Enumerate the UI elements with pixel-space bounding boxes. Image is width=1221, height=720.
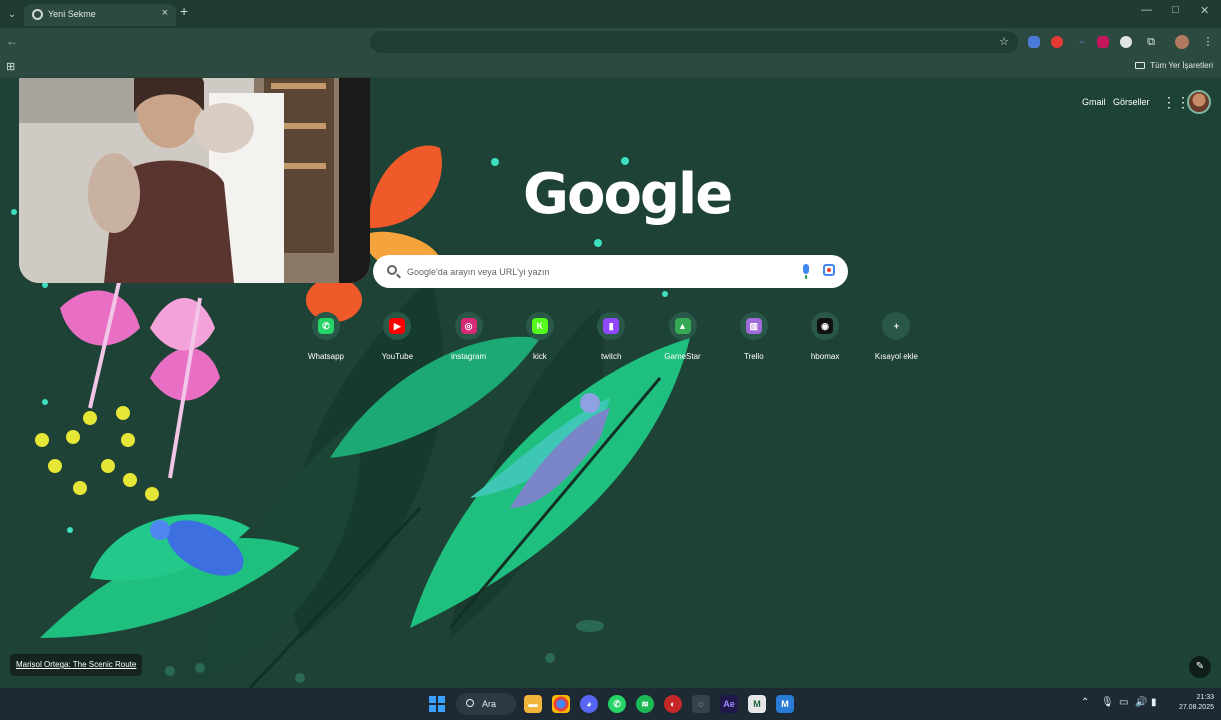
close-window-button[interactable]: ✕ [1200, 4, 1209, 17]
extensions-puzzle-icon[interactable]: ⧉ [1143, 34, 1159, 50]
shortcut-whatsapp[interactable]: ✆ Whatsapp [290, 310, 360, 370]
twitch-icon: ▮ [603, 318, 620, 334]
new-tab-button[interactable]: + [180, 3, 188, 19]
profile-avatar[interactable] [1175, 35, 1189, 49]
shortcut-label: Trello [743, 352, 764, 361]
file-explorer-icon[interactable]: ▬ [524, 695, 542, 713]
chrome-icon[interactable] [552, 695, 570, 713]
images-link[interactable]: Görseller [1113, 97, 1150, 107]
back-arrow-icon[interactable]: ← [6, 34, 18, 48]
shortcut-youtube[interactable]: ▶ YouTube [361, 310, 431, 370]
gamestar-icon: ▲ [674, 318, 691, 334]
new-tab-page: Gmail Görseller ⋮⋮⋮ Google ✆Whatsapp▶You… [0, 78, 1221, 688]
shortcut-instagram[interactable]: ◎ instagram [433, 310, 503, 370]
shortcut-label: hbomax [810, 352, 840, 361]
shortcut-kısayol-ekle[interactable]: + Kısayol ekle [860, 310, 930, 370]
shortcut-label: Kısayol ekle [874, 352, 918, 361]
tab-close-icon[interactable]: × [162, 7, 168, 19]
taskbar-search[interactable]: Ara [456, 693, 516, 715]
shortcut-label: kick [533, 352, 547, 361]
clock-date: 27.08.2025 [1178, 704, 1214, 711]
after-effects-icon[interactable]: Ae [720, 695, 738, 713]
all-bookmarks-button[interactable]: Tüm Yer İşaretleri [1135, 61, 1213, 70]
address-bar[interactable] [370, 31, 1018, 53]
trello-icon: ▥ [745, 318, 762, 334]
shortcut-trello[interactable]: ▥ Trello [718, 310, 788, 370]
shortcut-label: twitch [600, 352, 622, 361]
red-app-icon[interactable]: ◐ [664, 695, 682, 713]
shortcuts-grid: ✆ Whatsapp ▶ YouTube ◎ instagram Kkick ▮ twitch ▲… [290, 310, 940, 370]
shortcut-kick[interactable]: Kkick [504, 310, 574, 370]
adblock-extension-icon[interactable] [1051, 36, 1063, 48]
tab-search-chevron-icon[interactable]: ⌄ [4, 6, 20, 22]
m-app-icon[interactable]: M [748, 695, 766, 713]
translate-extension-icon[interactable] [1028, 36, 1040, 48]
battery-icon[interactable]: ▮ [1151, 697, 1157, 708]
search-icon [387, 265, 397, 275]
windows-taskbar: Ara ▬ ◕ ✆ ≋ ◐ ◌ Ae M M ⌃ 🎙 ▭ 🔊 ▮ 21:33 2… [0, 688, 1221, 720]
shortcut-label: Whatsapp [307, 352, 345, 361]
tab-new-tab[interactable]: Yeni Sekme × [24, 4, 176, 26]
google-lens-icon[interactable] [823, 264, 835, 276]
shortcut-label: instagram [451, 352, 487, 361]
taskbar-clock[interactable]: 21:33 27.08.2025 [1168, 693, 1214, 713]
maximize-button[interactable]: □ [1172, 4, 1179, 16]
shortcut-gamestar[interactable]: ▲ GameStar [647, 310, 717, 370]
microphone-icon[interactable]: 🎙 [1101, 697, 1114, 708]
minimize-button[interactable]: — [1141, 4, 1152, 16]
discord-icon[interactable]: ◕ [580, 695, 598, 713]
whatsapp-icon[interactable]: ✆ [608, 695, 626, 713]
search-icon [466, 699, 474, 707]
search-box[interactable] [373, 255, 848, 288]
apps-grid-icon[interactable]: ⊞ [6, 60, 15, 73]
browser-toolbar: ← ☆ ~ ⧉ ⋮ [0, 28, 1221, 56]
circle-extension-icon[interactable] [1120, 36, 1132, 48]
extension-icon[interactable]: ~ [1074, 34, 1090, 50]
shortcut-hbomax[interactable]: ◉ hbomax [789, 310, 859, 370]
webcam-overlay [19, 78, 370, 283]
all-bookmarks-label: Tüm Yer İşaretleri [1150, 61, 1213, 70]
windows-start-icon[interactable] [429, 696, 445, 712]
account-avatar[interactable] [1187, 90, 1211, 114]
clock-time: 21:33 [1196, 694, 1214, 701]
bookmark-star-icon[interactable]: ☆ [996, 34, 1012, 50]
hbomax-icon: ◉ [817, 318, 834, 334]
volume-icon[interactable]: 🔊 [1135, 697, 1147, 708]
search-input[interactable] [407, 263, 787, 281]
gmail-link[interactable]: Gmail [1082, 97, 1106, 107]
bookmarks-bar: ⊞ Tüm Yer İşaretleri [0, 56, 1221, 78]
customize-edit-button[interactable]: ✎ [1189, 656, 1211, 678]
obs-icon[interactable]: ◌ [692, 695, 710, 713]
whatsapp-icon: ✆ [318, 318, 334, 334]
shortcut-twitch[interactable]: ▮ twitch [575, 310, 645, 370]
add-shortcut-icon: + [888, 318, 905, 334]
chrome-favicon-icon [32, 9, 43, 20]
shortcut-label: GameStar [664, 352, 701, 361]
tray-chevron-up-icon[interactable]: ⌃ [1081, 697, 1089, 708]
google-logo: Google [523, 162, 733, 227]
menu-kebab-icon[interactable]: ⋮ [1200, 34, 1216, 50]
tab-strip: ⌄ Yeni Sekme × + — □ ✕ [0, 0, 1221, 28]
m-blue-app-icon[interactable]: M [776, 695, 794, 713]
youtube-icon: ▶ [389, 318, 406, 334]
voice-search-mic-icon[interactable] [803, 264, 809, 279]
background-credit-link[interactable]: Marisol Ortega: The Scenic Route [10, 654, 143, 676]
folder-icon [1135, 62, 1146, 69]
spotify-icon[interactable]: ≋ [636, 695, 654, 713]
instagram-icon: ◎ [460, 318, 477, 334]
taskbar-search-label: Ara [482, 699, 497, 709]
pink-extension-icon[interactable] [1097, 36, 1109, 48]
network-icon[interactable]: ▭ [1119, 697, 1128, 708]
kick-icon: K [531, 318, 548, 334]
shortcut-label: YouTube [381, 352, 414, 361]
tab-title: Yeni Sekme [48, 9, 96, 19]
